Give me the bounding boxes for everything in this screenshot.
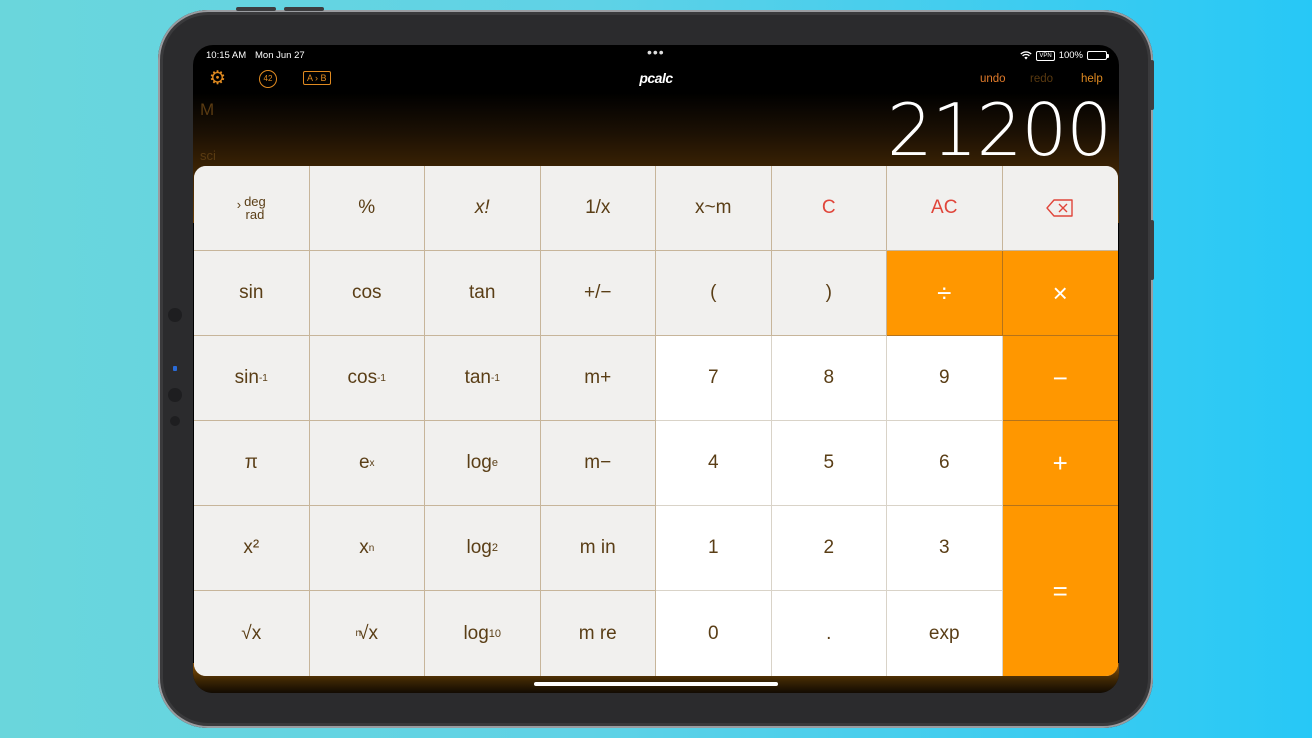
log2-key[interactable]: log 2 [425, 506, 541, 591]
digit-0-key[interactable]: 0 [656, 591, 772, 676]
keypad: › deg rad % x! 1/x x~m C AC sin cos tan +/… [194, 166, 1118, 676]
memory-in-key[interactable]: m in [540, 506, 656, 591]
digit-1-key[interactable]: 1 [656, 506, 772, 591]
status-time: 10:15 AM [206, 50, 247, 61]
factorial-key[interactable]: x! [425, 166, 541, 251]
power-button [1150, 60, 1154, 110]
power-key[interactable]: xn [309, 506, 425, 591]
indicator-light [173, 366, 177, 371]
plus-key[interactable]: + [1002, 421, 1118, 506]
digit-3-key[interactable]: 3 [887, 506, 1003, 591]
pencil-mount [168, 388, 182, 402]
battery-icon [1087, 51, 1109, 60]
status-right: VPN 100% [1020, 50, 1109, 61]
exp-e-key[interactable]: ex [309, 421, 425, 506]
volume-button [236, 7, 276, 11]
all-clear-key[interactable]: AC [887, 166, 1003, 251]
multitask-dots[interactable]: ••• [647, 45, 665, 60]
reciprocal-key[interactable]: 1/x [540, 166, 656, 251]
tan-key[interactable]: tan [425, 251, 541, 336]
atan-key[interactable]: tan -1 [425, 336, 541, 421]
sqrt-key[interactable]: √x [194, 591, 310, 676]
display-value: 21200 [886, 88, 1112, 172]
sin-key[interactable]: sin [194, 251, 310, 336]
plus-minus-key[interactable]: +/− [540, 251, 656, 336]
minus-key[interactable]: − [1002, 336, 1118, 421]
equals-key[interactable]: = [1002, 506, 1118, 676]
deg-rad-key[interactable]: › deg rad [194, 166, 310, 251]
clear-key[interactable]: C [771, 166, 887, 251]
pi-key[interactable]: π [194, 421, 310, 506]
cos-key[interactable]: cos [309, 251, 425, 336]
screen: 10:15 AM Mon Jun 27 ••• VPN 100% ⚙ 42 A … [193, 45, 1119, 693]
digit-9-key[interactable]: 9 [887, 336, 1003, 421]
home-indicator[interactable] [534, 682, 778, 686]
undo-button[interactable]: undo [980, 73, 1006, 85]
asin-key[interactable]: sin -1 [194, 336, 310, 421]
square-key[interactable]: x² [194, 506, 310, 591]
volume-button [284, 7, 324, 11]
wifi-icon [1020, 51, 1033, 60]
vpn-badge: VPN [1036, 50, 1055, 61]
status-date: Mon Jun 27 [255, 50, 305, 61]
exponent-key[interactable]: exp [887, 591, 1003, 676]
memory-plus-key[interactable]: m+ [540, 336, 656, 421]
side-button [1150, 220, 1154, 280]
pencil-mount [168, 308, 182, 322]
open-paren-key[interactable]: ( [656, 251, 772, 336]
memory-minus-key[interactable]: m− [540, 421, 656, 506]
help-button[interactable]: help [1081, 73, 1103, 85]
memory-indicator: M [200, 100, 215, 119]
digit-4-key[interactable]: 4 [656, 421, 772, 506]
digit-2-key[interactable]: 2 [771, 506, 887, 591]
digit-5-key[interactable]: 5 [771, 421, 887, 506]
ln-key[interactable]: log e [425, 421, 541, 506]
percent-key[interactable]: % [309, 166, 425, 251]
status-bar: 10:15 AM Mon Jun 27 ••• VPN 100% [205, 45, 1109, 64]
close-paren-key[interactable]: ) [771, 251, 887, 336]
acos-key[interactable]: cos -1 [309, 336, 425, 421]
memory-recall-key[interactable]: m re [540, 591, 656, 676]
digit-6-key[interactable]: 6 [887, 421, 1003, 506]
swap-memory-key[interactable]: x~m [656, 166, 772, 251]
multiply-key[interactable]: × [1002, 251, 1118, 336]
battery-percent: 100% [1058, 50, 1083, 61]
nth-root-key[interactable]: n √x [309, 591, 425, 676]
decimal-key[interactable]: . [771, 591, 887, 676]
digit-7-key[interactable]: 7 [656, 336, 772, 421]
redo-button[interactable]: redo [1030, 73, 1053, 85]
camera [170, 416, 180, 426]
divide-key[interactable]: ÷ [887, 251, 1003, 336]
backspace-icon [1046, 199, 1073, 217]
digit-8-key[interactable]: 8 [771, 336, 887, 421]
backspace-key[interactable] [1002, 166, 1118, 251]
log10-key[interactable]: log 10 [425, 591, 541, 676]
mode-indicator: sci [200, 148, 216, 163]
